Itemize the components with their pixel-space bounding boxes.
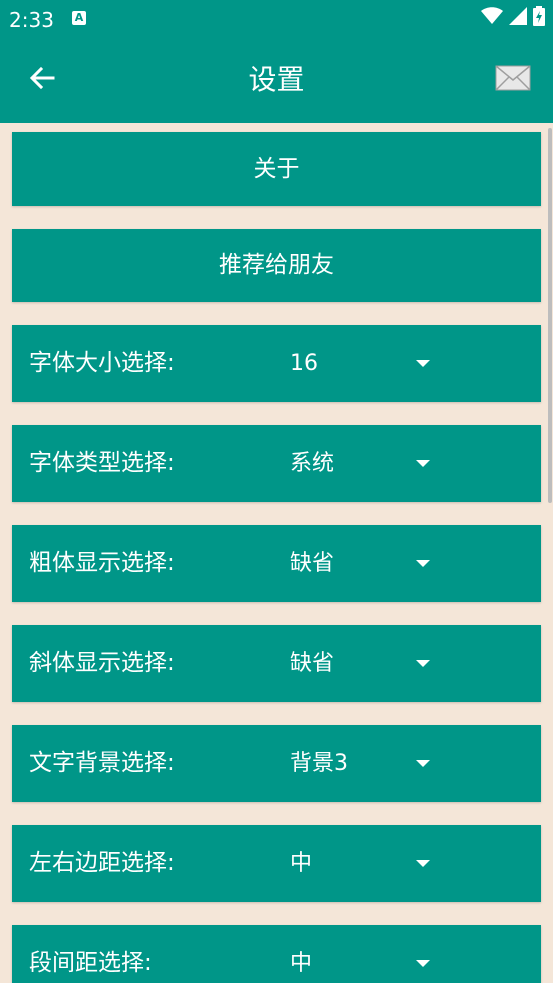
chevron-down-icon bbox=[416, 460, 430, 467]
font-size-value: 16 bbox=[290, 351, 318, 376]
app-bar: 设置 bbox=[0, 40, 553, 123]
wifi-icon bbox=[481, 7, 503, 29]
horizontal-margin-value: 中 bbox=[290, 851, 313, 876]
settings-content[interactable]: 关于 推荐给朋友 字体大小选择: 16 字体类型选择: 系统 粗体显示选择: 缺… bbox=[0, 123, 553, 983]
paragraph-spacing-select[interactable]: 段间距选择: 中 bbox=[12, 925, 541, 983]
bold-select[interactable]: 粗体显示选择: 缺省 bbox=[12, 525, 541, 602]
font-size-select[interactable]: 字体大小选择: 16 bbox=[12, 325, 541, 402]
chevron-down-icon bbox=[416, 660, 430, 667]
bold-label: 粗体显示选择: bbox=[29, 550, 175, 576]
chevron-down-icon bbox=[416, 960, 430, 967]
horizontal-margin-select[interactable]: 左右边距选择: 中 bbox=[12, 825, 541, 902]
font-type-select[interactable]: 字体类型选择: 系统 bbox=[12, 425, 541, 502]
top-bar: 2:33 A 设置 bbox=[0, 0, 553, 123]
font-type-value: 系统 bbox=[290, 451, 335, 476]
italic-select[interactable]: 斜体显示选择: 缺省 bbox=[12, 625, 541, 702]
text-background-value: 背景3 bbox=[290, 751, 348, 776]
chevron-down-icon bbox=[416, 760, 430, 767]
font-type-label: 字体类型选择: bbox=[29, 450, 175, 476]
italic-label: 斜体显示选择: bbox=[29, 650, 175, 676]
bold-value: 缺省 bbox=[290, 551, 335, 576]
text-background-select[interactable]: 文字背景选择: 背景3 bbox=[12, 725, 541, 802]
font-size-label: 字体大小选择: bbox=[29, 350, 175, 376]
status-time: 2:33 bbox=[9, 8, 54, 32]
battery-icon bbox=[533, 6, 545, 30]
chevron-down-icon bbox=[416, 860, 430, 867]
about-button[interactable]: 关于 bbox=[12, 132, 541, 206]
signal-icon bbox=[509, 7, 527, 29]
status-bar: 2:33 A bbox=[0, 0, 553, 40]
page-title: 设置 bbox=[248, 63, 305, 96]
notification-app-icon: A bbox=[72, 11, 86, 25]
chevron-down-icon bbox=[416, 360, 430, 367]
status-icons bbox=[481, 6, 545, 30]
recommend-button[interactable]: 推荐给朋友 bbox=[12, 229, 541, 302]
paragraph-spacing-label: 段间距选择: bbox=[29, 950, 152, 976]
mail-icon bbox=[495, 65, 531, 95]
italic-value: 缺省 bbox=[290, 651, 335, 676]
mail-button[interactable] bbox=[487, 58, 539, 102]
horizontal-margin-label: 左右边距选择: bbox=[29, 850, 175, 876]
scrollbar[interactable] bbox=[548, 128, 552, 503]
paragraph-spacing-value: 中 bbox=[290, 951, 313, 976]
chevron-down-icon bbox=[416, 560, 430, 567]
text-background-label: 文字背景选择: bbox=[29, 750, 175, 776]
